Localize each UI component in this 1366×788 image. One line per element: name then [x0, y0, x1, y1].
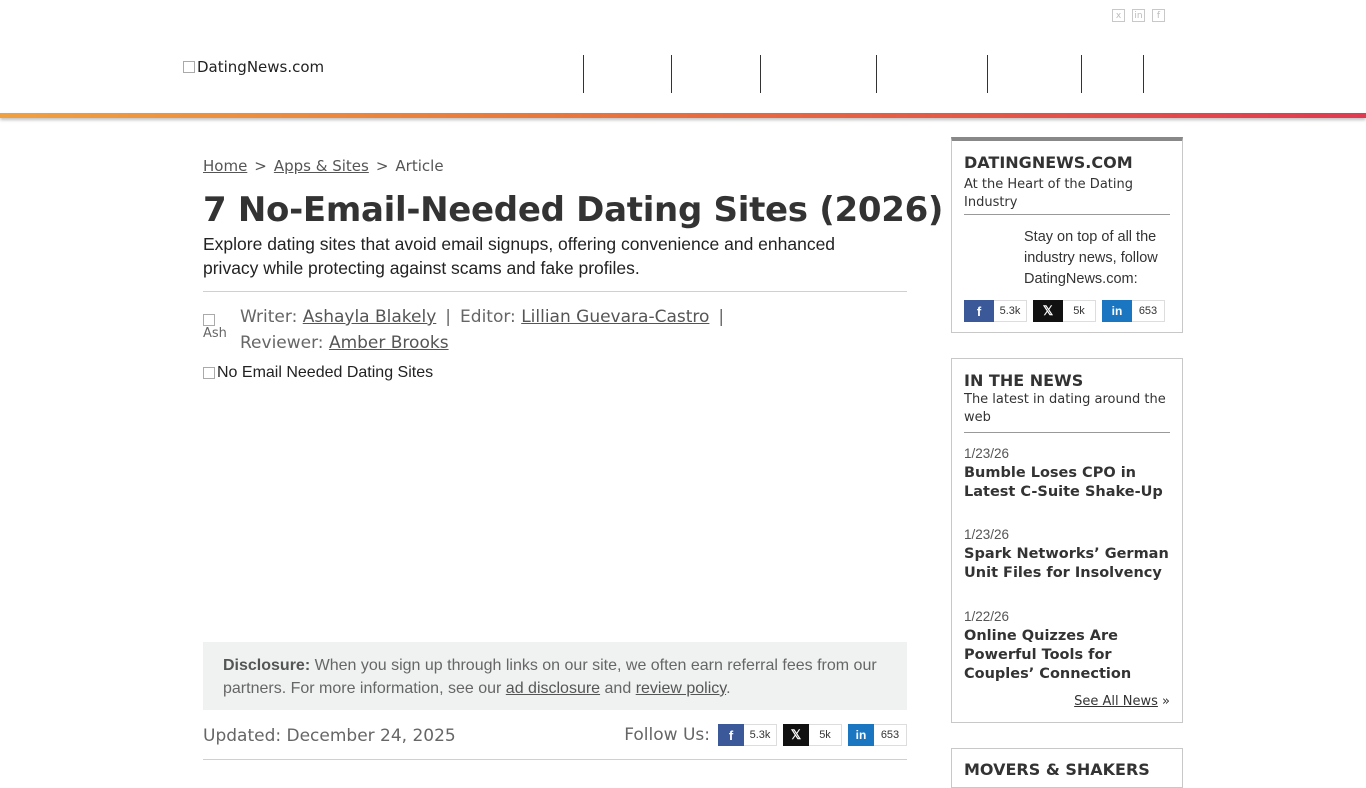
site-logo[interactable]: DatingNews.com — [183, 58, 324, 76]
box-title: DATINGNEWS.COM — [964, 153, 1133, 172]
box-title: MOVERS & SHAKERS — [964, 760, 1150, 779]
x-icon: 𝕏 — [1033, 300, 1063, 322]
linkedin-icon: in — [1102, 300, 1132, 322]
linkedin-icon: in — [848, 724, 874, 746]
reviewer-link[interactable]: Amber Brooks — [329, 333, 449, 353]
linkedin-count: 653 — [1138, 305, 1158, 317]
facebook-count: 5.3k — [749, 729, 771, 741]
sidebar-news-box: IN THE NEWS The latest in dating around … — [951, 358, 1183, 723]
disclosure-label: Disclosure: — [223, 657, 311, 674]
ad-disclosure-link[interactable]: ad disclosure — [506, 680, 600, 697]
chevron-right-icon: » — [1162, 694, 1170, 709]
breadcrumb-separator: > — [254, 157, 267, 175]
breadcrumb-category[interactable]: Apps & Sites — [274, 157, 369, 175]
see-all-news: See All News » — [1074, 694, 1170, 709]
header-social-links: x in f — [1112, 9, 1165, 22]
disclosure-period: . — [726, 680, 731, 697]
article-subtitle: Explore dating sites that avoid email si… — [203, 234, 836, 278]
facebook-icon[interactable]: f — [1152, 9, 1165, 22]
pipe-separator: | — [718, 307, 725, 327]
header-accent-bar — [0, 113, 1366, 118]
editor-link[interactable]: Lillian Guevara-Castro — [521, 307, 709, 327]
pipe-separator: | — [445, 307, 452, 327]
divider — [203, 759, 907, 760]
reviewer-label: Reviewer: — [240, 333, 324, 353]
x-share-button[interactable]: 𝕏 5k — [783, 724, 842, 746]
news-headline[interactable]: Spark Networks’ German Unit Files for In… — [964, 545, 1176, 583]
x-follow-button[interactable]: 𝕏 5k — [1033, 300, 1096, 322]
nav-divider — [1143, 55, 1144, 93]
updated-date: Updated: December 24, 2025 — [203, 726, 456, 746]
site-header: x in f DatingNews.com — [0, 0, 1366, 113]
x-icon[interactable]: x — [1112, 9, 1125, 22]
x-icon: 𝕏 — [783, 724, 809, 746]
nav-divider — [1081, 55, 1082, 93]
x-count: 5k — [819, 729, 831, 741]
nav-divider — [876, 55, 877, 93]
linkedin-share-button[interactable]: in 653 — [848, 724, 907, 746]
box-divider — [964, 432, 1170, 433]
box-subtitle: At the Heart of the Dating Industry — [964, 177, 1133, 210]
nav-divider — [583, 55, 584, 93]
logo-alt-text: DatingNews.com — [197, 58, 325, 76]
news-item[interactable]: 1/23/26 Bumble Loses CPO in Latest C-Sui… — [964, 446, 1176, 502]
disclosure-and: and — [604, 680, 632, 697]
nav-divider — [987, 55, 988, 93]
nav-divider — [760, 55, 761, 93]
news-date: 1/23/26 — [964, 446, 1010, 461]
box-subtitle: The latest in dating around the web — [964, 392, 1166, 425]
news-date: 1/22/26 — [964, 609, 1010, 624]
facebook-icon: f — [964, 300, 994, 322]
author-avatar: Ash — [203, 314, 231, 346]
breadcrumb-current: Article — [395, 157, 444, 175]
news-item[interactable]: 1/23/26 Spark Networks’ German Unit File… — [964, 527, 1176, 583]
news-headline[interactable]: Bumble Loses CPO in Latest C-Suite Shake… — [964, 464, 1176, 502]
facebook-share-button[interactable]: f 5.3k — [718, 724, 777, 746]
editor-label: Editor: — [460, 307, 516, 327]
avatar-alt-text: Ash — [203, 326, 227, 341]
facebook-count: 5.3k — [999, 305, 1021, 317]
sidebar-follow-box: DATINGNEWS.COM At the Heart of the Datin… — [951, 137, 1183, 333]
facebook-follow-button[interactable]: f 5.3k — [964, 300, 1027, 322]
article-credits: Writer: Ashayla Blakely | Editor: Lillian … — [240, 304, 760, 356]
stay-updated-text: Stay on top of all the industry news, fo… — [1024, 229, 1158, 287]
disclosure-box: Disclosure: When you sign up through lin… — [203, 642, 907, 710]
news-date: 1/23/26 — [964, 527, 1010, 542]
see-all-news-link[interactable]: See All News — [1074, 694, 1158, 709]
broken-image-icon — [183, 61, 195, 73]
box-divider — [964, 214, 1170, 215]
box-title: IN THE NEWS — [964, 371, 1084, 390]
breadcrumb-home[interactable]: Home — [203, 157, 247, 175]
linkedin-icon[interactable]: in — [1132, 9, 1145, 22]
divider — [203, 291, 907, 292]
page-title: 7 No-Email-Needed Dating Sites (2026) — [203, 190, 944, 230]
news-headline[interactable]: Online Quizzes Are Powerful Tools for Co… — [964, 627, 1176, 684]
facebook-icon: f — [718, 724, 744, 746]
linkedin-count: 653 — [880, 729, 900, 741]
review-policy-link[interactable]: review policy — [636, 680, 726, 697]
breadcrumb-separator: > — [375, 157, 389, 175]
broken-image-icon — [203, 314, 215, 326]
sidebar-movers-box: MOVERS & SHAKERS — [951, 748, 1183, 788]
linkedin-follow-button[interactable]: in 653 — [1102, 300, 1165, 322]
writer-link[interactable]: Ashayla Blakely — [303, 307, 437, 327]
sidebar-social-buttons: f 5.3k 𝕏 5k in 653 — [964, 300, 1165, 322]
follow-us-label: Follow Us: — [624, 725, 710, 745]
broken-image-icon — [203, 367, 215, 379]
nav-divider — [671, 55, 672, 93]
writer-label: Writer: — [240, 307, 298, 327]
news-item[interactable]: 1/22/26 Online Quizzes Are Powerful Tool… — [964, 609, 1176, 684]
hero-alt-text: No Email Needed Dating Sites — [217, 364, 434, 381]
hero-image: No Email Needed Dating Sites — [203, 364, 433, 382]
follow-us-bar: Follow Us: f 5.3k 𝕏 5k in 653 — [624, 724, 907, 746]
breadcrumb: Home > Apps & Sites > Article — [203, 157, 444, 175]
x-count: 5k — [1073, 305, 1085, 317]
